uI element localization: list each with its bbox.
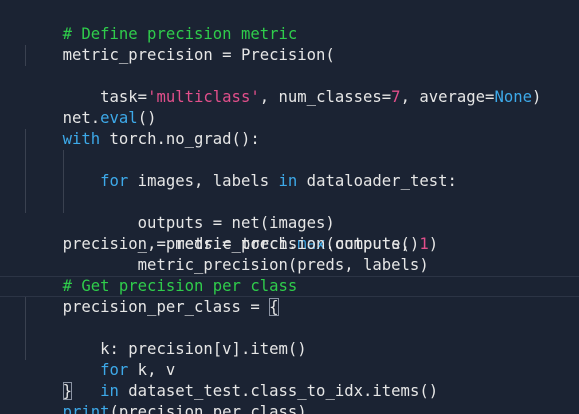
- code-line-1[interactable]: # Define precision metric: [25, 3, 298, 43]
- code-line-13[interactable]: # Get precision per class: [25, 255, 298, 295]
- code-line-19[interactable]: print(precision_per_class): [25, 381, 307, 414]
- code-line-7[interactable]: for images, labels in dataloader_test:: [25, 129, 457, 190]
- code-line-3[interactable]: task='multiclass', num_classes=7, averag…: [25, 45, 541, 106]
- code-token: precision = metric_precision.compute(): [62, 235, 420, 253]
- indent-guide: [63, 150, 64, 171]
- code-line-9[interactable]: _, preds = torch.max(outputs, 1): [25, 171, 438, 253]
- code-line-6[interactable]: with torch.no_grad():: [25, 108, 260, 148]
- code-token: k, v: [128, 361, 176, 379]
- code-line-8[interactable]: outputs = net(images): [25, 150, 335, 232]
- indent-guide: [25, 129, 26, 150]
- indent-guide: [25, 339, 26, 360]
- code-editor[interactable]: # Define precision metric metric_precisi…: [0, 0, 579, 414]
- indent-guide: [25, 297, 26, 318]
- keyword-token: for: [100, 361, 129, 379]
- number-token: 7: [391, 88, 401, 106]
- code-token: (precision_per_class): [109, 403, 307, 414]
- number-token: 1: [419, 235, 429, 253]
- code-token: ): [532, 88, 542, 106]
- code-line-17[interactable]: in dataset_test.class_to_idx.items(): [25, 339, 438, 400]
- code-line-10[interactable]: metric_precision(preds, labels): [25, 192, 429, 274]
- code-line-14[interactable]: precision_per_class = {: [25, 276, 279, 316]
- indent-guide: [25, 150, 26, 171]
- code-line-18[interactable]: }: [25, 360, 72, 400]
- indent-guide: [25, 45, 26, 66]
- code-token: , num_classes=: [259, 88, 392, 106]
- code-line-5[interactable]: net.eval(): [25, 87, 157, 127]
- indent-guide: [63, 171, 64, 192]
- indent-guide: [25, 192, 26, 213]
- code-line-11[interactable]: precision = metric_precision.compute(): [25, 213, 420, 253]
- indent-guide: [25, 171, 26, 192]
- indent-guide: [25, 318, 26, 339]
- indent-guide: [63, 192, 64, 213]
- string-token: 'multiclass': [147, 88, 260, 106]
- keyword-token: None: [494, 88, 533, 106]
- builtin-token: print: [62, 403, 110, 414]
- code-line-16[interactable]: for k, v: [25, 318, 175, 379]
- code-line-2[interactable]: metric_precision = Precision(: [25, 24, 335, 64]
- code-token: ): [428, 235, 439, 253]
- code-line-15[interactable]: k: precision[v].item(): [25, 297, 307, 358]
- code-token: , average=: [400, 88, 495, 106]
